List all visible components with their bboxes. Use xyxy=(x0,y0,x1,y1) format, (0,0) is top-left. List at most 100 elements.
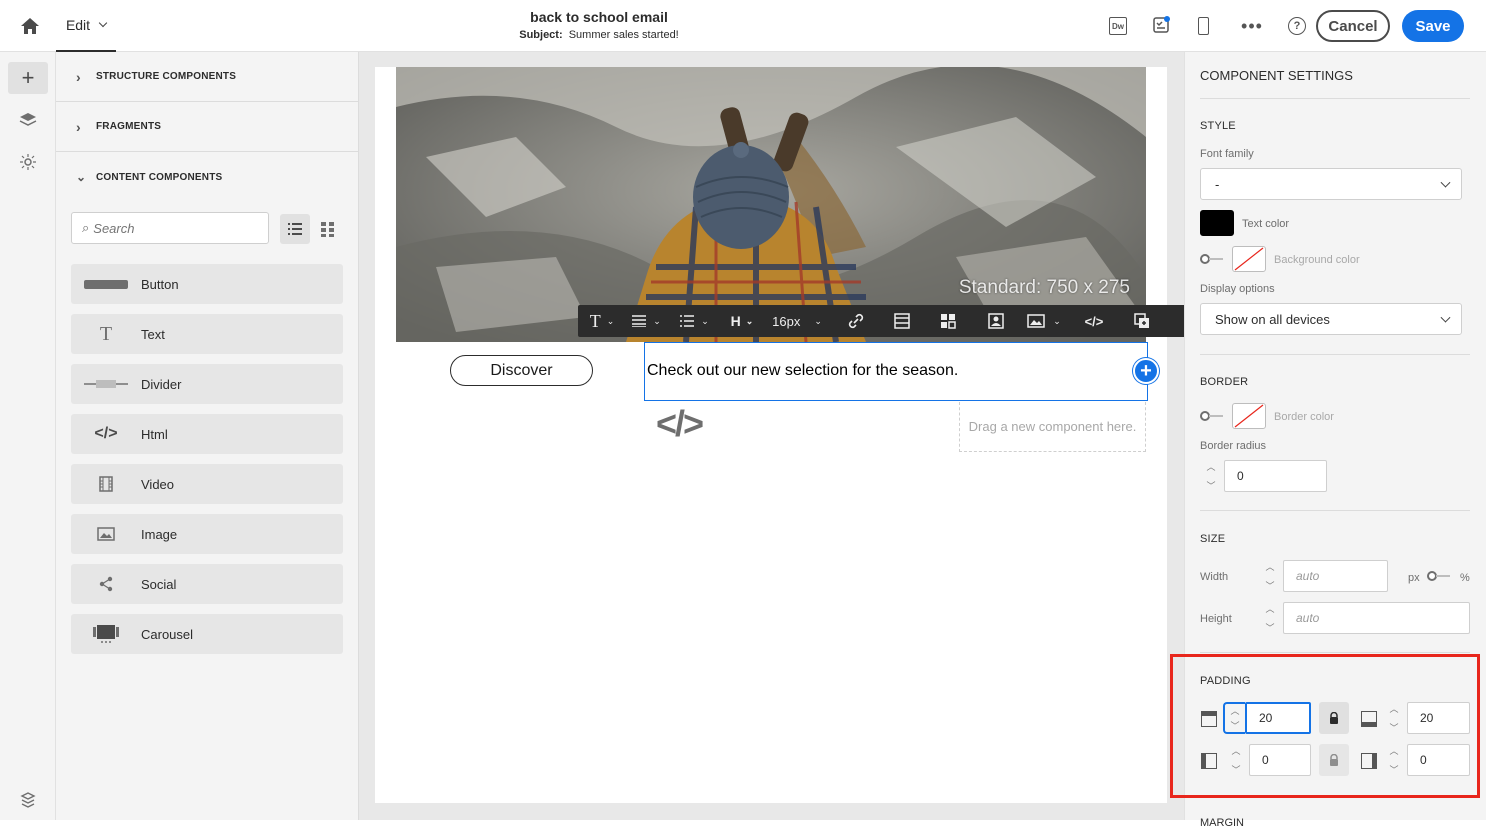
border-color-swatch[interactable] xyxy=(1232,403,1266,429)
add-component-icon[interactable]: + xyxy=(1133,358,1159,384)
source-code-icon[interactable]: </> xyxy=(1076,305,1112,337)
layout-icon[interactable] xyxy=(886,305,918,337)
display-options-value: Show on all devices xyxy=(1215,311,1330,327)
component-carousel[interactable]: Carousel xyxy=(71,614,343,654)
no-color-icon xyxy=(1234,404,1264,428)
personalization-icon[interactable] xyxy=(980,305,1012,337)
more-options-icon[interactable]: ••• xyxy=(1240,16,1264,36)
edit-mode-dropdown[interactable]: Edit xyxy=(56,0,116,52)
list-icon[interactable]: ⌄ xyxy=(674,305,714,337)
component-text[interactable]: T Text xyxy=(71,314,343,354)
list-view-icon[interactable] xyxy=(280,214,310,244)
component-label: Button xyxy=(141,276,179,292)
hero-image[interactable]: Standard: 750 x 275 xyxy=(396,67,1146,342)
width-input[interactable]: auto xyxy=(1283,560,1388,592)
save-button[interactable]: Save xyxy=(1402,10,1464,42)
display-options-select[interactable]: Show on all devices xyxy=(1200,303,1462,335)
components-panel: › STRUCTURE COMPONENTS › FRAGMENTS ⌄ CON… xyxy=(56,52,359,820)
heading-icon[interactable]: H ⌄ xyxy=(726,305,758,337)
help-icon[interactable]: ? xyxy=(1287,16,1307,36)
component-label: Text xyxy=(141,326,165,342)
padding-bottom-input[interactable]: 20 xyxy=(1407,702,1470,734)
code-icon: </> xyxy=(655,403,704,444)
assets-icon[interactable] xyxy=(8,148,48,176)
divider xyxy=(1200,652,1470,653)
section-content-components[interactable]: ⌄ CONTENT COMPONENTS xyxy=(56,152,358,202)
divider xyxy=(1200,354,1470,355)
border-radius-stepper[interactable]: ︿ ﹀ xyxy=(1200,460,1222,492)
button-icon xyxy=(71,279,141,289)
add-components-icon[interactable]: + xyxy=(8,62,48,94)
link-icon[interactable] xyxy=(840,305,872,337)
text-content[interactable]: Check out our new selection for the seas… xyxy=(647,362,958,380)
cancel-button[interactable]: Cancel xyxy=(1316,10,1390,42)
height-input[interactable]: auto xyxy=(1283,602,1470,634)
section-structure-components[interactable]: › STRUCTURE COMPONENTS xyxy=(56,52,358,102)
share-icon xyxy=(71,576,141,592)
component-divider[interactable]: Divider xyxy=(71,364,343,404)
section-fragments[interactable]: › FRAGMENTS xyxy=(56,102,358,152)
padding-right-stepper[interactable]: ︿ ﹀ xyxy=(1383,744,1405,776)
duplicate-icon[interactable] xyxy=(1126,305,1158,337)
font-family-select[interactable]: - xyxy=(1200,168,1462,200)
search-icon: ⌕ xyxy=(82,220,90,235)
background-color-label: Background color xyxy=(1274,254,1360,266)
component-social[interactable]: Social xyxy=(71,564,343,604)
font-style-icon[interactable]: T ⌄ xyxy=(582,305,622,337)
component-label: Html xyxy=(141,426,168,442)
search-box[interactable]: ⌕ xyxy=(71,212,269,244)
layers-icon[interactable] xyxy=(8,106,48,134)
email-title: back to school email xyxy=(530,9,668,25)
search-input[interactable] xyxy=(93,220,244,236)
padding-vertical-lock[interactable] xyxy=(1319,702,1349,734)
display-options-label: Display options xyxy=(1200,283,1275,295)
margin-heading: MARGIN xyxy=(1200,817,1244,829)
height-stepper[interactable]: ︿ ﹀ xyxy=(1259,602,1281,634)
height-label: Height xyxy=(1200,613,1232,625)
padding-top-stepper[interactable]: ︿ ﹀ xyxy=(1223,702,1245,734)
top-bar: Edit back to school email Subject: Summe… xyxy=(0,0,1486,52)
background-color-toggle[interactable] xyxy=(1200,253,1224,265)
chevron-down-icon xyxy=(1440,312,1451,323)
grid-layout-icon[interactable] xyxy=(932,305,964,337)
component-html[interactable]: </> Html xyxy=(71,414,343,454)
component-video[interactable]: Video xyxy=(71,464,343,504)
history-icon[interactable] xyxy=(8,788,48,812)
discover-button[interactable]: Discover xyxy=(450,355,593,386)
chevron-right-icon: › xyxy=(76,68,81,85)
font-family-label: Font family xyxy=(1200,148,1254,160)
panel-title: COMPONENT SETTINGS xyxy=(1200,68,1353,83)
align-icon[interactable]: ⌄ xyxy=(626,305,666,337)
padding-left-input[interactable]: 0 xyxy=(1249,744,1311,776)
unit-toggle[interactable] xyxy=(1427,570,1451,582)
border-radius-input[interactable]: 0 xyxy=(1224,460,1327,492)
divider xyxy=(1200,98,1470,99)
checklist-icon[interactable] xyxy=(1150,14,1172,36)
drop-zone[interactable]: Drag a new component here. xyxy=(959,402,1146,452)
padding-horizontal-lock[interactable] xyxy=(1319,744,1349,776)
no-color-icon xyxy=(1234,247,1264,271)
border-color-label: Border color xyxy=(1274,411,1334,423)
home-icon[interactable] xyxy=(16,14,44,38)
padding-top-input[interactable]: 20 xyxy=(1245,702,1311,734)
mobile-preview-icon[interactable] xyxy=(1193,14,1213,38)
font-size-dropdown[interactable]: 16px ⌄ xyxy=(768,305,826,337)
padding-bottom-stepper[interactable]: ︿ ﹀ xyxy=(1383,702,1405,734)
component-image[interactable]: Image xyxy=(71,514,343,554)
text-color-swatch[interactable] xyxy=(1200,210,1234,236)
padding-right-input[interactable]: 0 xyxy=(1407,744,1470,776)
width-stepper[interactable]: ︿ ﹀ xyxy=(1259,560,1281,592)
component-button[interactable]: Button xyxy=(71,264,343,304)
background-color-swatch[interactable] xyxy=(1232,246,1266,272)
film-icon xyxy=(71,476,141,492)
padding-heading: PADDING xyxy=(1200,675,1251,687)
grid-view-icon[interactable] xyxy=(314,214,342,244)
border-color-toggle[interactable] xyxy=(1200,410,1224,422)
insert-image-icon[interactable]: ⌄ xyxy=(1022,305,1066,337)
dreamweaver-icon[interactable]: Dw xyxy=(1108,16,1128,36)
carousel-icon xyxy=(71,624,141,644)
drop-hint: Drag a new component here. xyxy=(968,419,1137,434)
unit-px-label: px xyxy=(1408,572,1420,584)
selected-text-component[interactable]: Check out our new selection for the seas… xyxy=(644,342,1148,401)
padding-left-stepper[interactable]: ︿ ﹀ xyxy=(1225,744,1247,776)
